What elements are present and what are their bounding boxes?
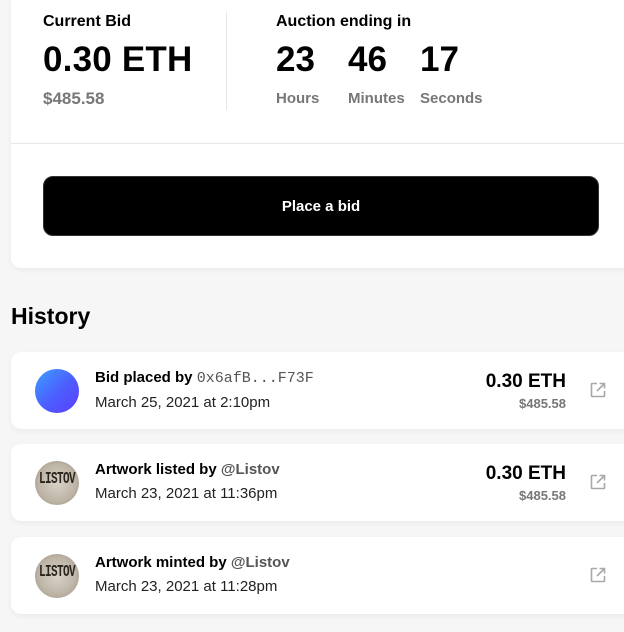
user-link[interactable]: @Listov <box>231 554 290 571</box>
history-eth: 0.30 ETH <box>485 463 566 484</box>
countdown-minutes: 46 Minutes <box>348 40 420 109</box>
history-usd: $485.58 <box>519 396 566 411</box>
auction-card: Current Bid 0.30 ETH $485.58 Auction end… <box>11 0 624 268</box>
history-action: Artwork listed by <box>95 461 217 478</box>
minutes-value: 46 <box>348 40 387 79</box>
vertical-divider <box>226 12 227 110</box>
history-action: Artwork minted by <box>95 554 227 571</box>
minutes-label: Minutes <box>348 90 405 107</box>
listov-avatar: LISTOV <box>35 554 79 598</box>
hours-label: Hours <box>276 90 320 107</box>
current-bid-block: Current Bid 0.30 ETH $485.58 <box>43 12 192 109</box>
history-item: LISTOV Artwork listed by @Listov March 2… <box>11 444 624 521</box>
current-bid-label: Current Bid <box>43 13 131 30</box>
gradient-avatar <box>35 369 79 413</box>
countdown-seconds: 17 Seconds <box>420 40 500 109</box>
external-link-icon[interactable] <box>589 381 607 399</box>
history-usd: $485.58 <box>519 488 566 503</box>
history-item: Bid placed by 0x6afB...F73F March 25, 20… <box>11 352 624 429</box>
history-item: LISTOV Artwork minted by @Listov March 2… <box>11 537 624 614</box>
seconds-value: 17 <box>420 40 459 79</box>
auction-countdown: Auction ending in 23 Hours 46 Minutes 17… <box>276 12 500 109</box>
bidder-address-link[interactable]: 0x6afB...F73F <box>197 370 314 387</box>
history-action: Bid placed by <box>95 369 193 386</box>
auction-ending-label: Auction ending in <box>276 13 412 30</box>
external-link-icon[interactable] <box>589 566 607 584</box>
avatar-logo-text: LISTOV <box>38 564 76 582</box>
hours-value: 23 <box>276 40 315 79</box>
history-date: March 23, 2021 at 11:36pm <box>95 485 278 502</box>
place-bid-button[interactable]: Place a bid <box>43 176 599 236</box>
current-bid-eth: 0.30 ETH <box>43 40 193 79</box>
listov-avatar: LISTOV <box>35 461 79 505</box>
history-eth: 0.30 ETH <box>485 371 566 392</box>
avatar-logo-text: LISTOV <box>38 471 76 489</box>
horizontal-divider <box>11 143 624 144</box>
countdown-hours: 23 Hours <box>276 40 348 109</box>
external-link-icon[interactable] <box>589 473 607 491</box>
history-date: March 23, 2021 at 11:28pm <box>95 578 278 595</box>
user-link[interactable]: @Listov <box>221 461 280 478</box>
history-title: History <box>11 303 91 329</box>
current-bid-usd: $485.58 <box>43 89 105 108</box>
history-date: March 25, 2021 at 2:10pm <box>95 394 271 411</box>
seconds-label: Seconds <box>420 90 483 107</box>
